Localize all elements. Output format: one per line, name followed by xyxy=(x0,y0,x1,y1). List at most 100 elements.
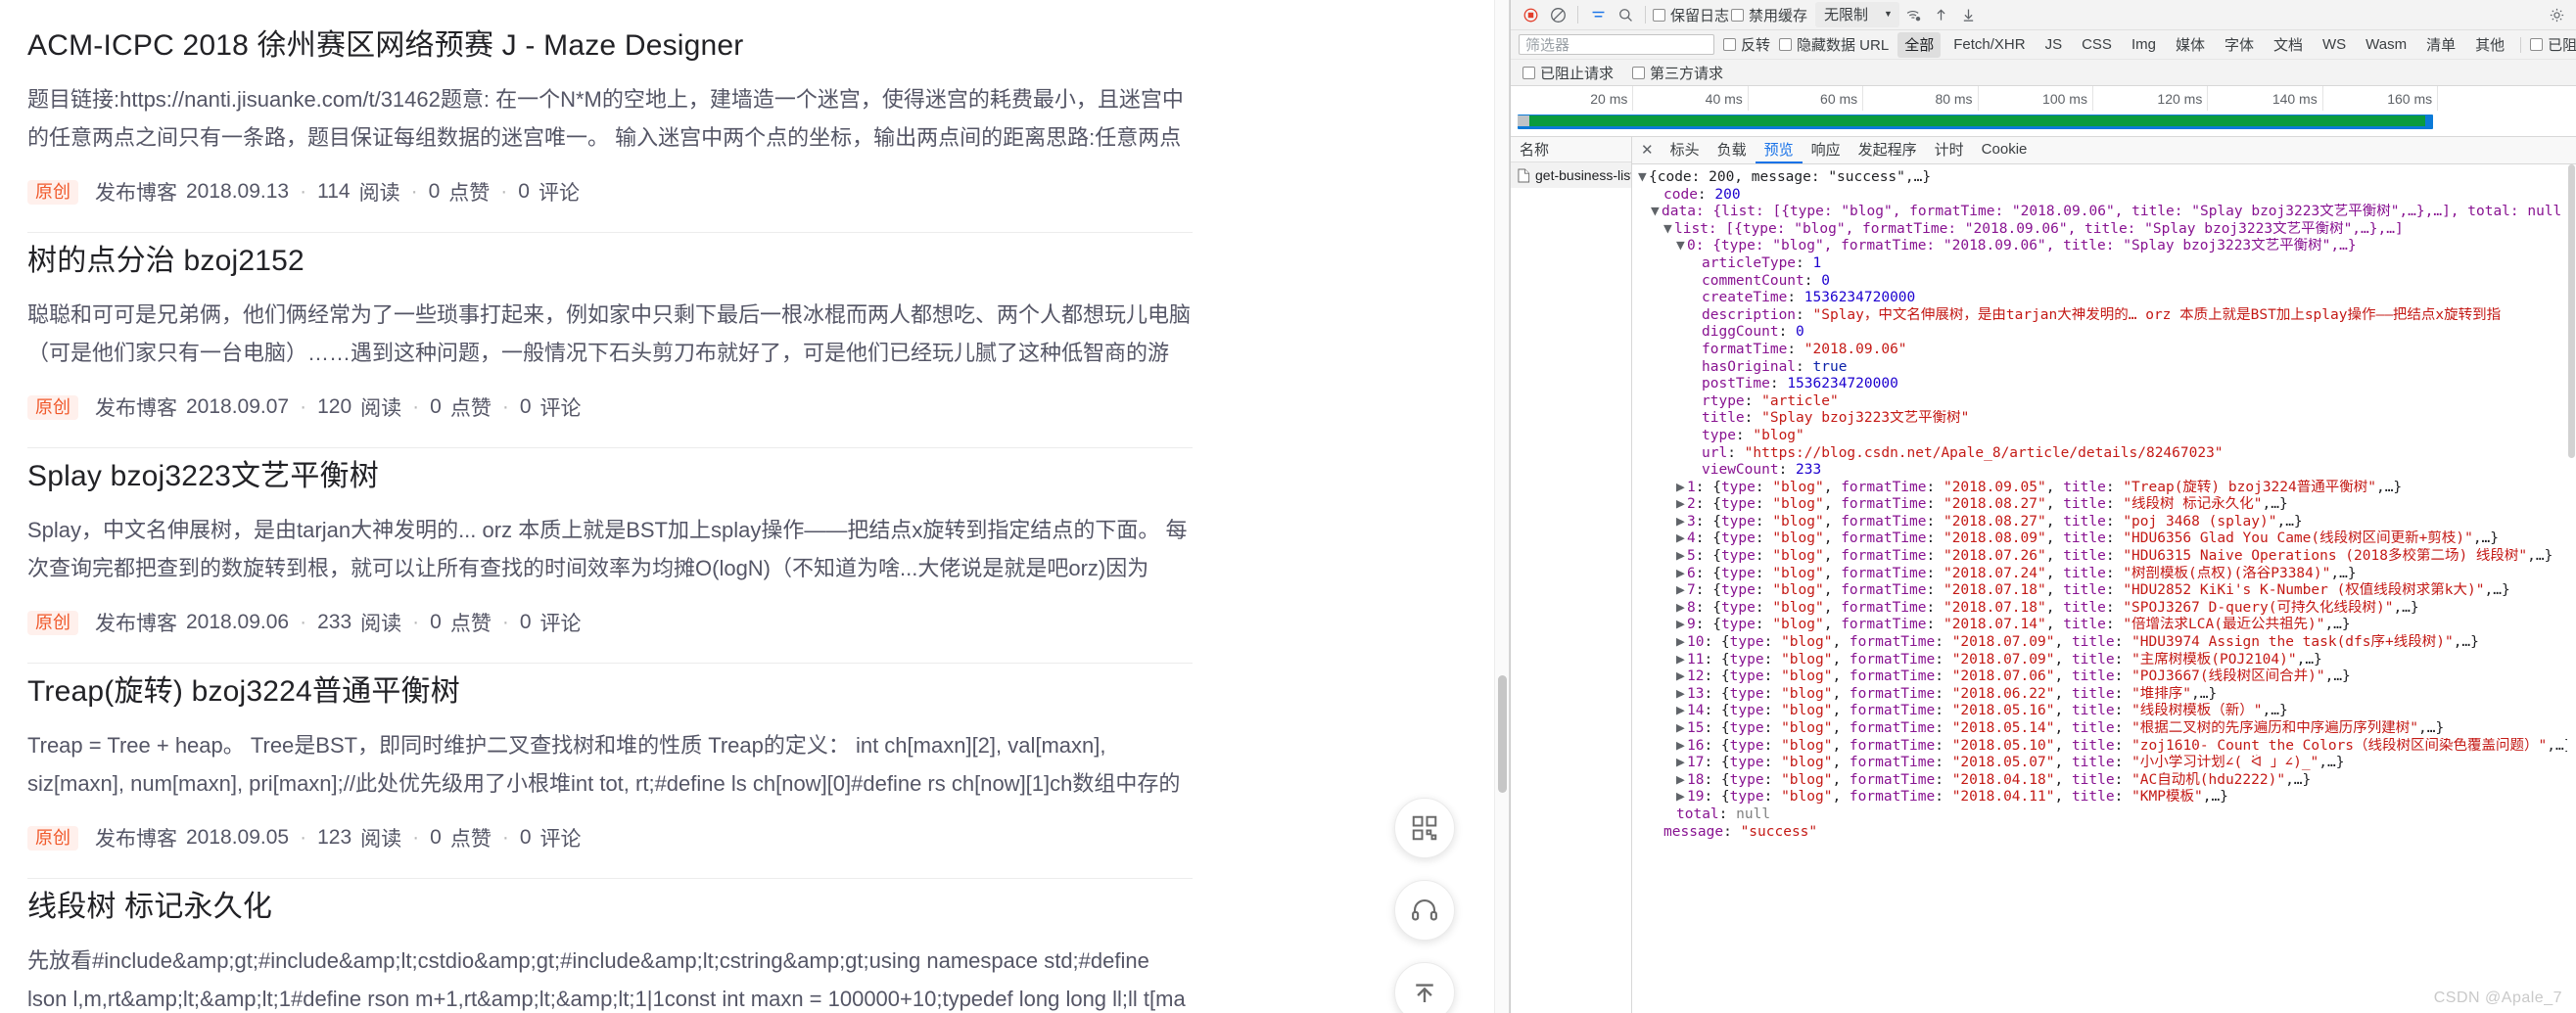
json-list-item-19[interactable]: ▶ 19: {type: "blog", formatTime: "2018.04… xyxy=(1638,789,2576,806)
collapse-arrow-icon[interactable]: ▶ xyxy=(1676,634,1687,652)
blocked-requests-checkbox[interactable]: 已阻止请求 xyxy=(1522,63,1614,83)
json-list-item-15[interactable]: ▶ 15: {type: "blog", formatTime: "2018.05… xyxy=(1638,720,2576,738)
collapse-arrow-icon[interactable]: ▶ xyxy=(1676,617,1687,634)
json-field-viewCount[interactable]: viewCount: 233 xyxy=(1638,462,2576,480)
collapse-arrow-icon[interactable]: ▶ xyxy=(1676,686,1687,704)
json-field-rtype[interactable]: rtype: "article" xyxy=(1638,393,2576,411)
expand-arrow-icon[interactable]: ▼ xyxy=(1663,221,1674,239)
json-field-createTime[interactable]: createTime: 1536234720000 xyxy=(1638,290,2576,307)
json-data-line[interactable]: ▼ data: {list: [{type: "blog", formatTime… xyxy=(1638,204,2576,221)
json-field-postTime[interactable]: postTime: 1536234720000 xyxy=(1638,376,2576,393)
json-list-item-16[interactable]: ▶ 16: {type: "blog", formatTime: "2018.05… xyxy=(1638,738,2576,756)
network-overview-timeline[interactable]: 20 ms 40 ms 60 ms 80 ms 100 ms 120 ms 140 ms 16… xyxy=(1511,86,2576,137)
expand-arrow-icon[interactable]: ▼ xyxy=(1676,238,1687,255)
json-field-type[interactable]: type: "blog" xyxy=(1638,428,2576,445)
collapse-arrow-icon[interactable]: ▶ xyxy=(1676,548,1687,566)
json-list-item-14[interactable]: ▶ 14: {type: "blog", formatTime: "2018.05… xyxy=(1638,703,2576,720)
json-list-item-1[interactable]: ▶ 1: {type: "blog", formatTime: "2018.09.… xyxy=(1638,480,2576,497)
json-field-url[interactable]: url: "https://blog.csdn.net/Apale_8/arti… xyxy=(1638,445,2576,463)
json-list-item-13[interactable]: ▶ 13: {type: "blog", formatTime: "2018.06… xyxy=(1638,686,2576,704)
page-scrollbar-thumb[interactable] xyxy=(1498,675,1507,793)
json-root-line[interactable]: ▼ {code: 200, message: "success",…} xyxy=(1638,169,2576,187)
json-list-item-7[interactable]: ▶ 7: {type: "blog", formatTime: "2018.07.… xyxy=(1638,582,2576,600)
json-item0-line[interactable]: ▼ 0: {type: "blog", formatTime: "2018.09.… xyxy=(1638,238,2576,255)
detail-tab-4[interactable]: 发起程序 xyxy=(1850,137,1926,163)
collapse-arrow-icon[interactable]: ▶ xyxy=(1676,600,1687,618)
json-field-formatTime[interactable]: formatTime: "2018.09.06" xyxy=(1638,342,2576,359)
page-scrollbar[interactable] xyxy=(1494,0,1509,1013)
json-message-line[interactable]: message: "success" xyxy=(1638,824,2576,842)
preserve-log-box[interactable] xyxy=(1653,8,1665,22)
json-list-item-10[interactable]: ▶ 10: {type: "blog", formatTime: "2018.07… xyxy=(1638,634,2576,652)
json-list-item-2[interactable]: ▶ 2: {type: "blog", formatTime: "2018.08.… xyxy=(1638,496,2576,514)
post-title[interactable]: 树的点分治 bzoj2152 xyxy=(27,239,1193,283)
resource-type-filter-9[interactable]: Wasm xyxy=(2359,34,2413,56)
import-har-button[interactable] xyxy=(1929,3,1954,26)
collapse-arrow-icon[interactable]: ▶ xyxy=(1676,514,1687,531)
json-list-item-4[interactable]: ▶ 4: {type: "blog", formatTime: "2018.08.… xyxy=(1638,530,2576,548)
json-field-commentCount[interactable]: commentCount: 0 xyxy=(1638,273,2576,291)
resource-type-filter-10[interactable]: 清单 xyxy=(2419,32,2462,58)
blocked-cookies-box[interactable] xyxy=(2530,38,2544,51)
json-code-line[interactable]: code: 200 xyxy=(1638,187,2576,205)
collapse-arrow-icon[interactable]: ▶ xyxy=(1676,720,1687,738)
back-to-top-button[interactable] xyxy=(1394,962,1455,1013)
close-detail-button[interactable]: ✕ xyxy=(1635,137,1662,163)
resource-type-filter-3[interactable]: CSS xyxy=(2075,34,2119,56)
json-field-title[interactable]: title: "Splay bzoj3223文艺平衡树" xyxy=(1638,410,2576,428)
json-list-item-18[interactable]: ▶ 18: {type: "blog", formatTime: "2018.04… xyxy=(1638,772,2576,790)
collapse-arrow-icon[interactable]: ▶ xyxy=(1676,480,1687,497)
post-title[interactable]: 线段树 标记永久化 xyxy=(27,885,1193,929)
third-party-box[interactable] xyxy=(1632,66,1646,79)
collapse-arrow-icon[interactable]: ▶ xyxy=(1676,738,1687,756)
blog-post-item[interactable]: 树的点分治 bzoj2152 聪聪和可可是兄弟俩，他们俩经常为了一些琐事打起来，例… xyxy=(27,232,1193,422)
request-list-header[interactable]: 名称 xyxy=(1511,137,1631,162)
post-title[interactable]: Splay bzoj3223文艺平衡树 xyxy=(27,454,1193,498)
collapse-arrow-icon[interactable]: ▶ xyxy=(1676,668,1687,686)
record-stop-button[interactable] xyxy=(1518,3,1543,26)
json-list-item-9[interactable]: ▶ 9: {type: "blog", formatTime: "2018.07.… xyxy=(1638,617,2576,634)
blog-post-item[interactable]: ACM-ICPC 2018 徐州赛区网络预赛 J - Maze Designer… xyxy=(27,18,1193,207)
json-field-hasOriginal[interactable]: hasOriginal: true xyxy=(1638,359,2576,377)
resource-type-filter-2[interactable]: JS xyxy=(2038,34,2070,56)
json-list-item-11[interactable]: ▶ 11: {type: "blog", formatTime: "2018.07… xyxy=(1638,652,2576,669)
preview-scrollbar[interactable] xyxy=(2567,164,2576,1013)
collapse-arrow-icon[interactable]: ▶ xyxy=(1676,755,1687,772)
detail-tab-1[interactable]: 负载 xyxy=(1709,137,1756,163)
json-list-item-3[interactable]: ▶ 3: {type: "blog", formatTime: "2018.08.… xyxy=(1638,514,2576,531)
detail-tab-0[interactable]: 标头 xyxy=(1662,137,1709,163)
preserve-log-checkbox[interactable]: 保留日志 xyxy=(1653,5,1729,25)
resource-type-filter-8[interactable]: WS xyxy=(2316,34,2353,56)
expand-arrow-icon[interactable]: ▼ xyxy=(1651,204,1662,221)
resource-type-filter-11[interactable]: 其他 xyxy=(2468,32,2511,58)
collapse-arrow-icon[interactable]: ▶ xyxy=(1676,789,1687,806)
resource-type-filter-6[interactable]: 字体 xyxy=(2218,32,2261,58)
invert-box[interactable] xyxy=(1723,38,1736,51)
filter-toggle-button[interactable] xyxy=(1585,3,1611,26)
third-party-checkbox[interactable]: 第三方请求 xyxy=(1632,63,1723,83)
search-button[interactable] xyxy=(1613,3,1638,26)
collapse-arrow-icon[interactable]: ▶ xyxy=(1676,496,1687,514)
collapse-arrow-icon[interactable]: ▶ xyxy=(1676,566,1687,583)
collapse-arrow-icon[interactable]: ▶ xyxy=(1676,772,1687,790)
customer-service-button[interactable] xyxy=(1394,880,1455,941)
collapse-arrow-icon[interactable]: ▶ xyxy=(1676,703,1687,720)
blog-post-item[interactable]: Splay bzoj3223文艺平衡树 Splay，中文名伸展树，是由tarjan… xyxy=(27,447,1193,637)
preview-json-viewer[interactable]: ▼ {code: 200, message: "success",…} code: … xyxy=(1632,164,2576,1013)
disable-cache-box[interactable] xyxy=(1731,8,1745,22)
blog-post-item[interactable]: 线段树 标记永久化 先放看#include&amp;gt;#include&amp… xyxy=(27,878,1193,1013)
json-field-description[interactable]: description: "Splay，中文名伸展树，是由tarjan大神发明的… xyxy=(1638,307,2576,325)
disable-cache-checkbox[interactable]: 禁用缓存 xyxy=(1731,5,1807,25)
detail-tab-2[interactable]: 预览 xyxy=(1755,137,1803,163)
network-conditions-button[interactable] xyxy=(1901,3,1927,26)
expand-arrow-icon[interactable]: ▼ xyxy=(1638,169,1649,187)
devtools-settings-button[interactable] xyxy=(2544,3,2569,26)
blocked-requests-box[interactable] xyxy=(1522,66,1535,79)
json-total-line[interactable]: total: null xyxy=(1638,806,2576,824)
request-row[interactable]: get-business-list... xyxy=(1511,162,1631,188)
post-title[interactable]: ACM-ICPC 2018 徐州赛区网络预赛 J - Maze Designer xyxy=(27,23,1193,68)
collapse-arrow-icon[interactable]: ▶ xyxy=(1676,652,1687,669)
json-list-item-6[interactable]: ▶ 6: {type: "blog", formatTime: "2018.07.… xyxy=(1638,566,2576,583)
json-field-articleType[interactable]: articleType: 1 xyxy=(1638,255,2576,273)
resource-type-filter-5[interactable]: 媒体 xyxy=(2169,32,2212,58)
